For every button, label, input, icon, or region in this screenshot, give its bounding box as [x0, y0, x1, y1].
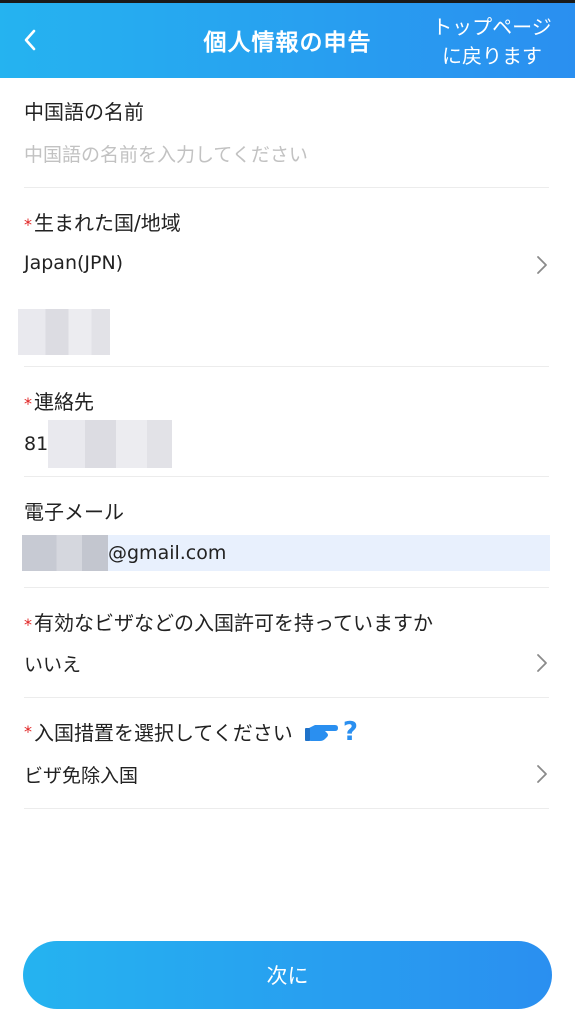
divider [24, 187, 549, 188]
divider [24, 808, 549, 809]
entry-measure-value: ビザ免除入国 [24, 765, 139, 787]
country-code: 81 [24, 433, 49, 455]
home-link-line2: に戻ります [442, 44, 542, 68]
chinese-name-input[interactable]: 中国語の名前を入力してください [24, 140, 549, 167]
required-mark: * [24, 215, 32, 234]
chinese-name-placeholder: 中国語の名前を入力してください [24, 144, 308, 166]
home-link[interactable]: トップページ に戻ります [427, 13, 557, 71]
entry-measure-label-row: * 入国措置を選択してください ? [24, 717, 549, 746]
divider [24, 476, 549, 477]
home-link-line1: トップページ [432, 15, 552, 39]
birth-country-value: Japan(JPN) [24, 252, 124, 274]
chevron-right-icon [537, 765, 547, 783]
divider [24, 366, 549, 367]
chevron-right-icon [537, 654, 547, 672]
entry-measure-label: 入国措置を選択してください [34, 721, 293, 745]
redacted-value [18, 309, 110, 355]
redacted-email-user [22, 535, 108, 571]
visa-select[interactable]: いいえ [24, 650, 549, 678]
visa-label: 有効なビザなどの入国許可を持っていますか [34, 611, 433, 635]
help-icon[interactable]: ? [343, 719, 358, 745]
birth-country-label: 生まれた国/地域 [34, 211, 181, 235]
contact-label: 連絡先 [34, 390, 94, 414]
divider [24, 697, 549, 698]
required-mark: * [24, 394, 32, 413]
visa-value: いいえ [24, 654, 82, 676]
entry-measure-select[interactable]: ビザ免除入国 [24, 761, 549, 789]
divider [24, 587, 549, 588]
email-label-row: 電子メール [24, 496, 549, 525]
chinese-name-label-row: 中国語の名前 [24, 96, 549, 125]
birth-region-field[interactable] [18, 309, 549, 359]
email-input[interactable]: @gmail.com [22, 535, 550, 571]
visa-label-row: * 有効なビザなどの入国許可を持っていますか [24, 607, 549, 636]
pointing-hand-icon [304, 724, 338, 741]
email-domain: @gmail.com [108, 542, 227, 564]
birth-country-label-row: * 生まれた国/地域 [24, 207, 549, 236]
birth-country-select[interactable]: Japan(JPN) [24, 252, 549, 280]
required-mark: * [24, 615, 32, 634]
redacted-phone [48, 420, 173, 468]
app-header: 個人情報の申告 トップページ に戻ります [0, 0, 575, 78]
required-mark: * [24, 722, 32, 741]
chinese-name-label: 中国語の名前 [24, 100, 144, 124]
contact-input[interactable]: 81 [24, 420, 549, 468]
contact-label-row: * 連絡先 [24, 386, 549, 415]
next-button[interactable]: 次に [23, 941, 552, 1009]
chevron-right-icon [537, 256, 547, 274]
email-label: 電子メール [24, 500, 124, 524]
